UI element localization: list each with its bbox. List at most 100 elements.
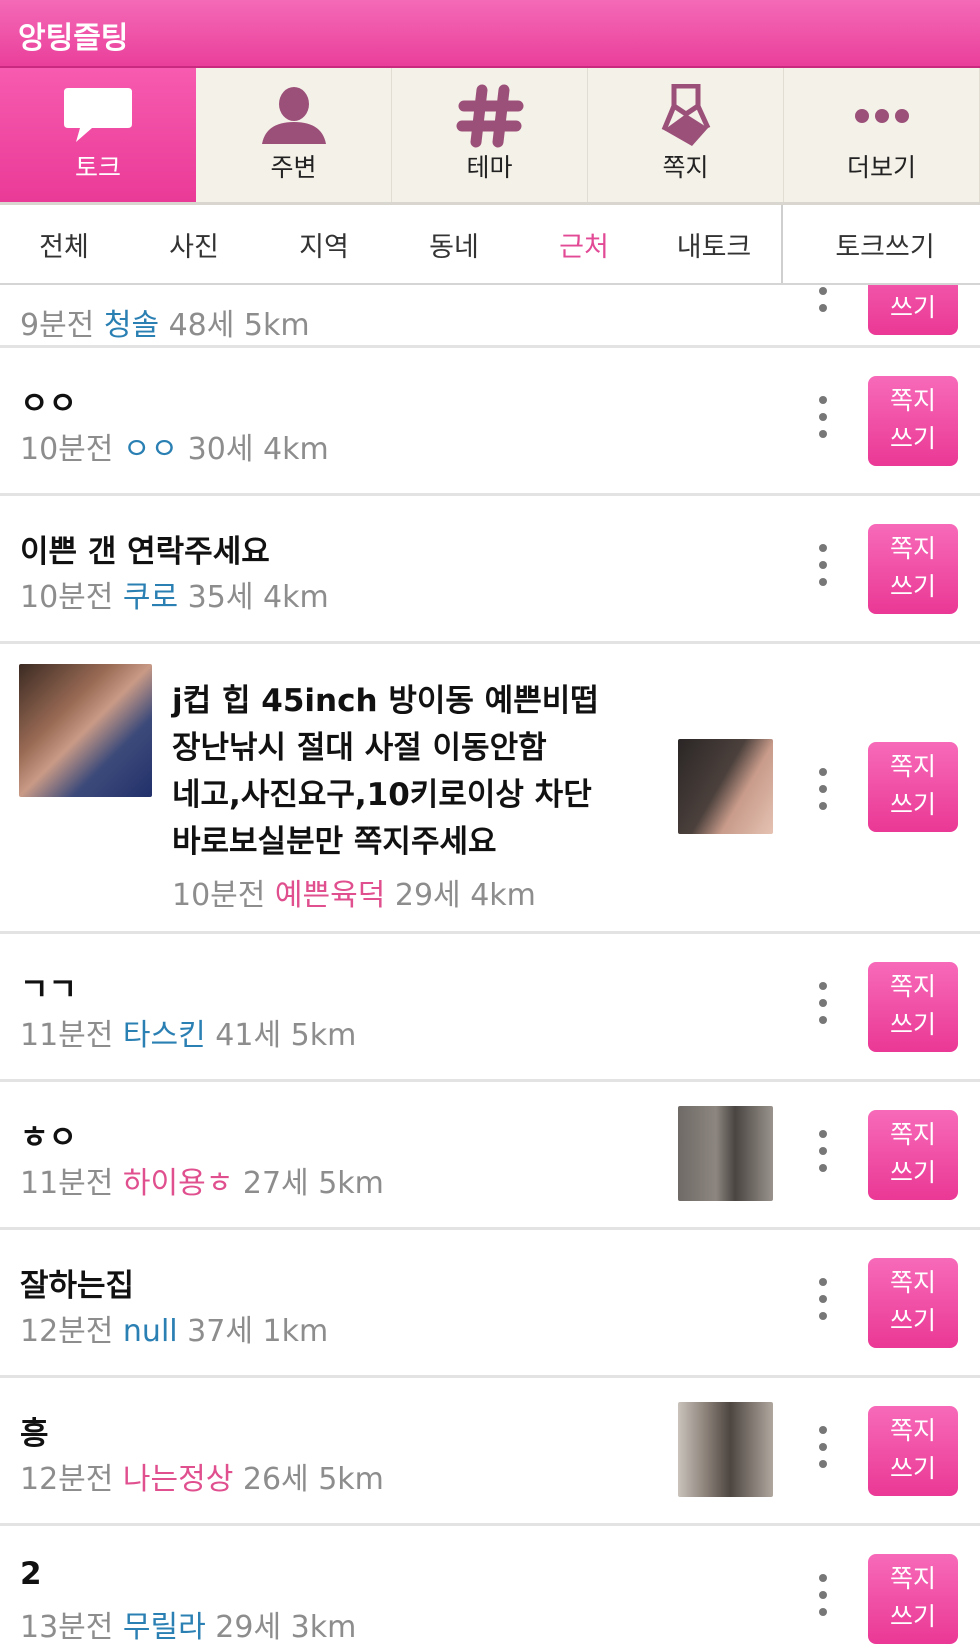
post-title-line: j컵 힙 45inch 방이동 예쁜비떱 bbox=[172, 683, 599, 719]
post-title: ㅇㅇ bbox=[20, 386, 78, 422]
send-message-button[interactable]: 쪽지 쓰기 bbox=[868, 1258, 958, 1348]
list-item[interactable]: ㅇㅇ 10분전 ㅇㅇ 30세 4km 쪽지 쓰기 bbox=[0, 348, 980, 496]
more-options-icon[interactable] bbox=[818, 396, 828, 440]
tab-messages[interactable]: 쪽지 bbox=[588, 68, 784, 202]
post-nickname[interactable]: 타스킨 bbox=[123, 1018, 206, 1053]
post-age: 27세 bbox=[242, 1166, 309, 1201]
list-item[interactable]: ㅎㅇ 11분전 하이용ㅎ 27세 5km 쪽지 쓰기 bbox=[0, 1082, 980, 1230]
post-meta: 12분전 나는정상 26세 5km bbox=[20, 1454, 384, 1498]
app-title-bar: 앙팅즐팅 bbox=[0, 0, 980, 68]
more-options-icon[interactable] bbox=[818, 1278, 828, 1322]
send-message-button[interactable]: 쪽지 쓰기 bbox=[868, 1110, 958, 1200]
list-item[interactable]: 흥 12분전 나는정상 26세 5km 쪽지 쓰기 bbox=[0, 1378, 980, 1526]
list-item[interactable]: 2 13분전 무릴라 29세 3km 쪽지 쓰기 bbox=[0, 1526, 980, 1648]
tab-label: 더보기 bbox=[846, 153, 916, 182]
button-line: 쓰기 bbox=[889, 1306, 936, 1335]
post-meta: 10분전 쿠로 35세 4km bbox=[20, 572, 329, 616]
button-line: 쓰기 bbox=[889, 424, 936, 453]
hash-icon bbox=[456, 84, 523, 148]
post-distance: 4km bbox=[470, 878, 536, 913]
post-title: 흥 bbox=[20, 1416, 49, 1452]
post-distance: 1km bbox=[262, 1314, 329, 1349]
filter-tab-all[interactable]: 전체 bbox=[14, 225, 114, 264]
post-nickname[interactable]: ㅇㅇ bbox=[123, 432, 178, 467]
list-item[interactable]: 이쁜 갠 연락주세요 10분전 쿠로 35세 4km 쪽지 쓰기 bbox=[0, 496, 980, 644]
post-meta: 9분전 청솔 48세 5km bbox=[20, 300, 310, 344]
post-age: 37세 bbox=[187, 1314, 253, 1349]
more-options-icon[interactable] bbox=[818, 1426, 828, 1470]
list-item[interactable]: ㄱㄱ 11분전 타스킨 41세 5km 쪽지 쓰기 bbox=[0, 934, 980, 1082]
author-photo[interactable] bbox=[19, 664, 152, 797]
more-options-icon[interactable] bbox=[818, 285, 828, 314]
post-age: 41세 bbox=[215, 1018, 282, 1053]
tab-theme[interactable]: 테마 bbox=[392, 68, 588, 202]
post-photo[interactable] bbox=[678, 1106, 773, 1201]
post-nickname[interactable]: 나는정상 bbox=[123, 1462, 233, 1497]
post-title-line: 네고,사진요구,10키로이상 차단 bbox=[172, 777, 592, 813]
post-photo[interactable] bbox=[678, 1402, 773, 1497]
more-options-icon[interactable] bbox=[818, 1574, 828, 1618]
post-title-line: 장난낚시 절대 사절 이동안함 bbox=[172, 730, 547, 766]
button-line: 쪽지 bbox=[889, 1268, 936, 1297]
post-distance: 4km bbox=[263, 580, 329, 615]
post-age: 26세 bbox=[242, 1462, 309, 1497]
note-icon bbox=[661, 84, 710, 146]
more-options-icon[interactable] bbox=[818, 768, 828, 812]
list-item[interactable]: j컵 힙 45inch 방이동 예쁜비떱 장난낚시 절대 사절 이동안함 네고,… bbox=[0, 644, 980, 934]
post-nickname[interactable]: 청솔 bbox=[104, 308, 159, 343]
send-message-button[interactable]: 쪽지 쓰기 bbox=[868, 376, 958, 466]
send-message-button[interactable]: 쪽지 쓰기 bbox=[868, 524, 958, 614]
list-item[interactable]: 잘하는집 12분전 null 37세 1km 쪽지 쓰기 bbox=[0, 1230, 980, 1378]
divider bbox=[781, 205, 783, 283]
button-line: 쓰기 bbox=[889, 293, 936, 322]
post-time: 11분전 bbox=[20, 1018, 114, 1053]
post-time: 11분전 bbox=[20, 1166, 114, 1201]
button-line: 쓰기 bbox=[889, 1454, 936, 1483]
send-message-button[interactable]: 쪽지 쓰기 bbox=[868, 285, 958, 335]
more-options-icon[interactable] bbox=[818, 982, 828, 1026]
button-line: 쓰기 bbox=[889, 572, 936, 601]
post-nickname[interactable]: 쿠로 bbox=[123, 580, 178, 615]
post-meta: 11분전 하이용ㅎ 27세 5km bbox=[20, 1158, 384, 1202]
post-title: ㄱㄱ bbox=[20, 972, 78, 1008]
post-distance: 3km bbox=[290, 1610, 357, 1645]
post-title: 2 bbox=[20, 1556, 42, 1592]
button-line: 쪽지 bbox=[889, 752, 936, 781]
post-distance: 5km bbox=[290, 1018, 357, 1053]
post-nickname[interactable]: 하이용ㅎ bbox=[123, 1166, 233, 1201]
post-photo[interactable] bbox=[678, 739, 773, 834]
post-meta: 12분전 null 37세 1km bbox=[20, 1306, 328, 1350]
post-age: 30세 bbox=[187, 432, 254, 467]
filter-tab-near[interactable]: 근처 bbox=[534, 225, 634, 264]
button-line: 쪽지 bbox=[889, 1416, 936, 1445]
button-line: 쓰기 bbox=[889, 1010, 936, 1039]
more-options-icon[interactable] bbox=[818, 544, 828, 588]
button-line: 쪽지 bbox=[889, 1120, 936, 1149]
more-options-icon[interactable] bbox=[818, 1130, 828, 1174]
post-nickname[interactable]: 예쁜육덕 bbox=[275, 878, 385, 913]
send-message-button[interactable]: 쪽지 쓰기 bbox=[868, 962, 958, 1052]
button-line: 쓰기 bbox=[889, 1602, 936, 1631]
tab-nearby[interactable]: 주변 bbox=[196, 68, 392, 202]
button-line: 쪽지 bbox=[889, 972, 936, 1001]
send-message-button[interactable]: 쪽지 쓰기 bbox=[868, 1554, 958, 1644]
filter-tab-region[interactable]: 지역 bbox=[274, 225, 374, 264]
send-message-button[interactable]: 쪽지 쓰기 bbox=[868, 1406, 958, 1496]
talk-list[interactable]: 9분전 청솔 48세 5km 쪽지 쓰기 ㅇㅇ 10분전 ㅇㅇ 30세 4km … bbox=[0, 285, 980, 1648]
tab-talk[interactable]: 토크 bbox=[0, 68, 196, 202]
button-line: 쪽지 bbox=[889, 534, 936, 563]
post-nickname[interactable]: 무릴라 bbox=[123, 1610, 206, 1645]
write-talk-button[interactable]: 토크쓰기 bbox=[800, 225, 970, 264]
tab-more[interactable]: 더보기 bbox=[784, 68, 980, 202]
send-message-button[interactable]: 쪽지 쓰기 bbox=[868, 742, 958, 832]
post-meta: 11분전 타스킨 41세 5km bbox=[20, 1010, 356, 1054]
main-tab-bar: 토크 주변 테마 쪽지 더보기 bbox=[0, 68, 980, 205]
post-distance: 4km bbox=[263, 432, 329, 467]
post-nickname[interactable]: null bbox=[123, 1314, 178, 1349]
filter-tab-my-talk[interactable]: 내토크 bbox=[664, 225, 764, 264]
filter-tab-photo[interactable]: 사진 bbox=[144, 225, 244, 264]
filter-tab-neighborhood[interactable]: 동네 bbox=[404, 225, 504, 264]
list-item[interactable]: 9분전 청솔 48세 5km 쪽지 쓰기 bbox=[0, 285, 980, 348]
chat-bubble-icon bbox=[64, 88, 132, 142]
post-time: 10분전 bbox=[20, 580, 114, 615]
